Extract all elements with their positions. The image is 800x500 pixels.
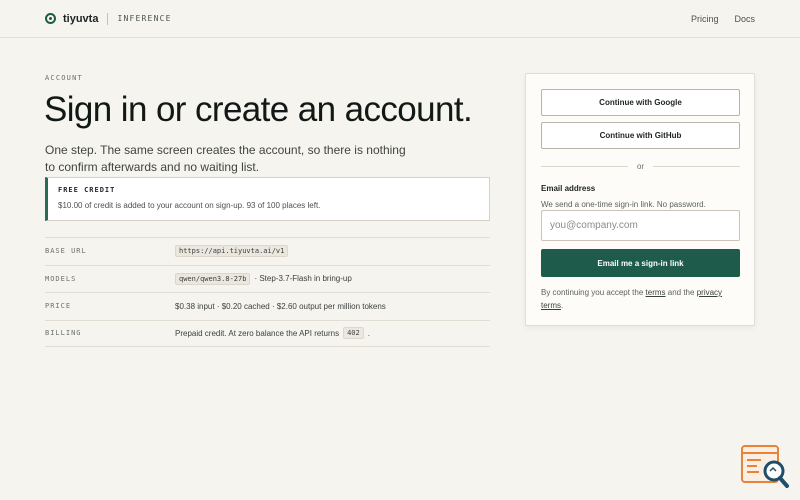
models-note: · Step-3.7-Flash in bring-up bbox=[254, 274, 352, 284]
logo-icon bbox=[45, 13, 56, 24]
billing-text: Prepaid credit. At zero balance the API … bbox=[175, 328, 340, 338]
divider-line bbox=[653, 165, 740, 167]
email-input[interactable] bbox=[541, 210, 740, 241]
spec-key: BILLING bbox=[45, 329, 82, 338]
continue-with-google-button[interactable]: Continue with Google bbox=[541, 89, 740, 116]
search-document-icon bbox=[741, 445, 789, 488]
or-divider: or bbox=[541, 161, 740, 171]
spec-key: BASE URL bbox=[45, 247, 87, 256]
email-sign-in-link-button[interactable]: Email me a sign-in link bbox=[541, 249, 740, 277]
brand-tag: INFERENCE bbox=[117, 14, 172, 23]
spec-key: PRICE bbox=[45, 302, 72, 311]
spec-table: BASE URL https://api.tiyuvta.ai/v1 MODEL… bbox=[45, 237, 490, 347]
section-eyebrow: ACCOUNT bbox=[45, 74, 83, 82]
spec-row-billing: BILLING Prepaid credit. At zero balance … bbox=[45, 319, 490, 347]
legal-suffix: . bbox=[561, 301, 564, 310]
price-value: $0.38 input · $0.20 cached · $2.60 outpu… bbox=[175, 301, 386, 311]
credit-text: $10.00 of credit is added to your accoun… bbox=[58, 201, 321, 210]
help-widget[interactable] bbox=[741, 444, 791, 490]
model-chip: qwen/qwen3.8-27b bbox=[175, 272, 251, 285]
brand-divider bbox=[107, 12, 109, 25]
top-nav: Pricing Docs bbox=[691, 14, 755, 24]
spec-row-base-url: BASE URL https://api.tiyuvta.ai/v1 bbox=[45, 237, 490, 265]
spec-key: MODELS bbox=[45, 274, 77, 283]
email-help-text: We send a one-time sign-in link. No pass… bbox=[541, 200, 706, 209]
spec-value: https://api.tiyuvta.ai/v1 bbox=[175, 245, 289, 258]
spec-value: qwen/qwen3.8-27b · Step-3.7-Flash in bri… bbox=[175, 272, 352, 285]
legal-prefix: By continuing you accept the bbox=[541, 288, 644, 297]
spec-value: Prepaid credit. At zero balance the API … bbox=[175, 327, 370, 340]
top-bar: tiyuvta INFERENCE Pricing Docs bbox=[0, 0, 800, 38]
brand[interactable]: tiyuvta INFERENCE bbox=[45, 12, 172, 25]
continue-with-github-button[interactable]: Continue with GitHub bbox=[541, 122, 740, 149]
free-credit-callout: FREE CREDIT $10.00 of credit is added to… bbox=[45, 177, 490, 221]
spec-row-price: PRICE $0.38 input · $0.20 cached · $2.60… bbox=[45, 292, 490, 320]
nav-link-pricing[interactable]: Pricing bbox=[691, 14, 719, 24]
email-label: Email address bbox=[541, 184, 596, 193]
spec-row-models: MODELS qwen/qwen3.8-27b · Step-3.7-Flash… bbox=[45, 264, 490, 293]
terms-link[interactable]: terms bbox=[646, 288, 666, 297]
or-label: or bbox=[636, 161, 645, 171]
nav-link-docs[interactable]: Docs bbox=[734, 14, 755, 24]
brand-name: tiyuvta bbox=[63, 12, 99, 25]
legal-mid: and the bbox=[667, 288, 695, 297]
page-title: Sign in or create an account. bbox=[44, 90, 473, 129]
intro-text: One step. The same screen creates the ac… bbox=[45, 143, 406, 174]
base-url-chip: https://api.tiyuvta.ai/v1 bbox=[175, 245, 289, 258]
status-code-chip: 402 bbox=[343, 327, 364, 340]
sign-in-card: Continue with Google Continue with GitHu… bbox=[525, 73, 755, 326]
divider-line bbox=[541, 165, 628, 167]
billing-suffix: . bbox=[367, 328, 370, 338]
credit-title: FREE CREDIT bbox=[58, 186, 116, 194]
legal-text: By continuing you accept the terms and t… bbox=[541, 286, 740, 312]
